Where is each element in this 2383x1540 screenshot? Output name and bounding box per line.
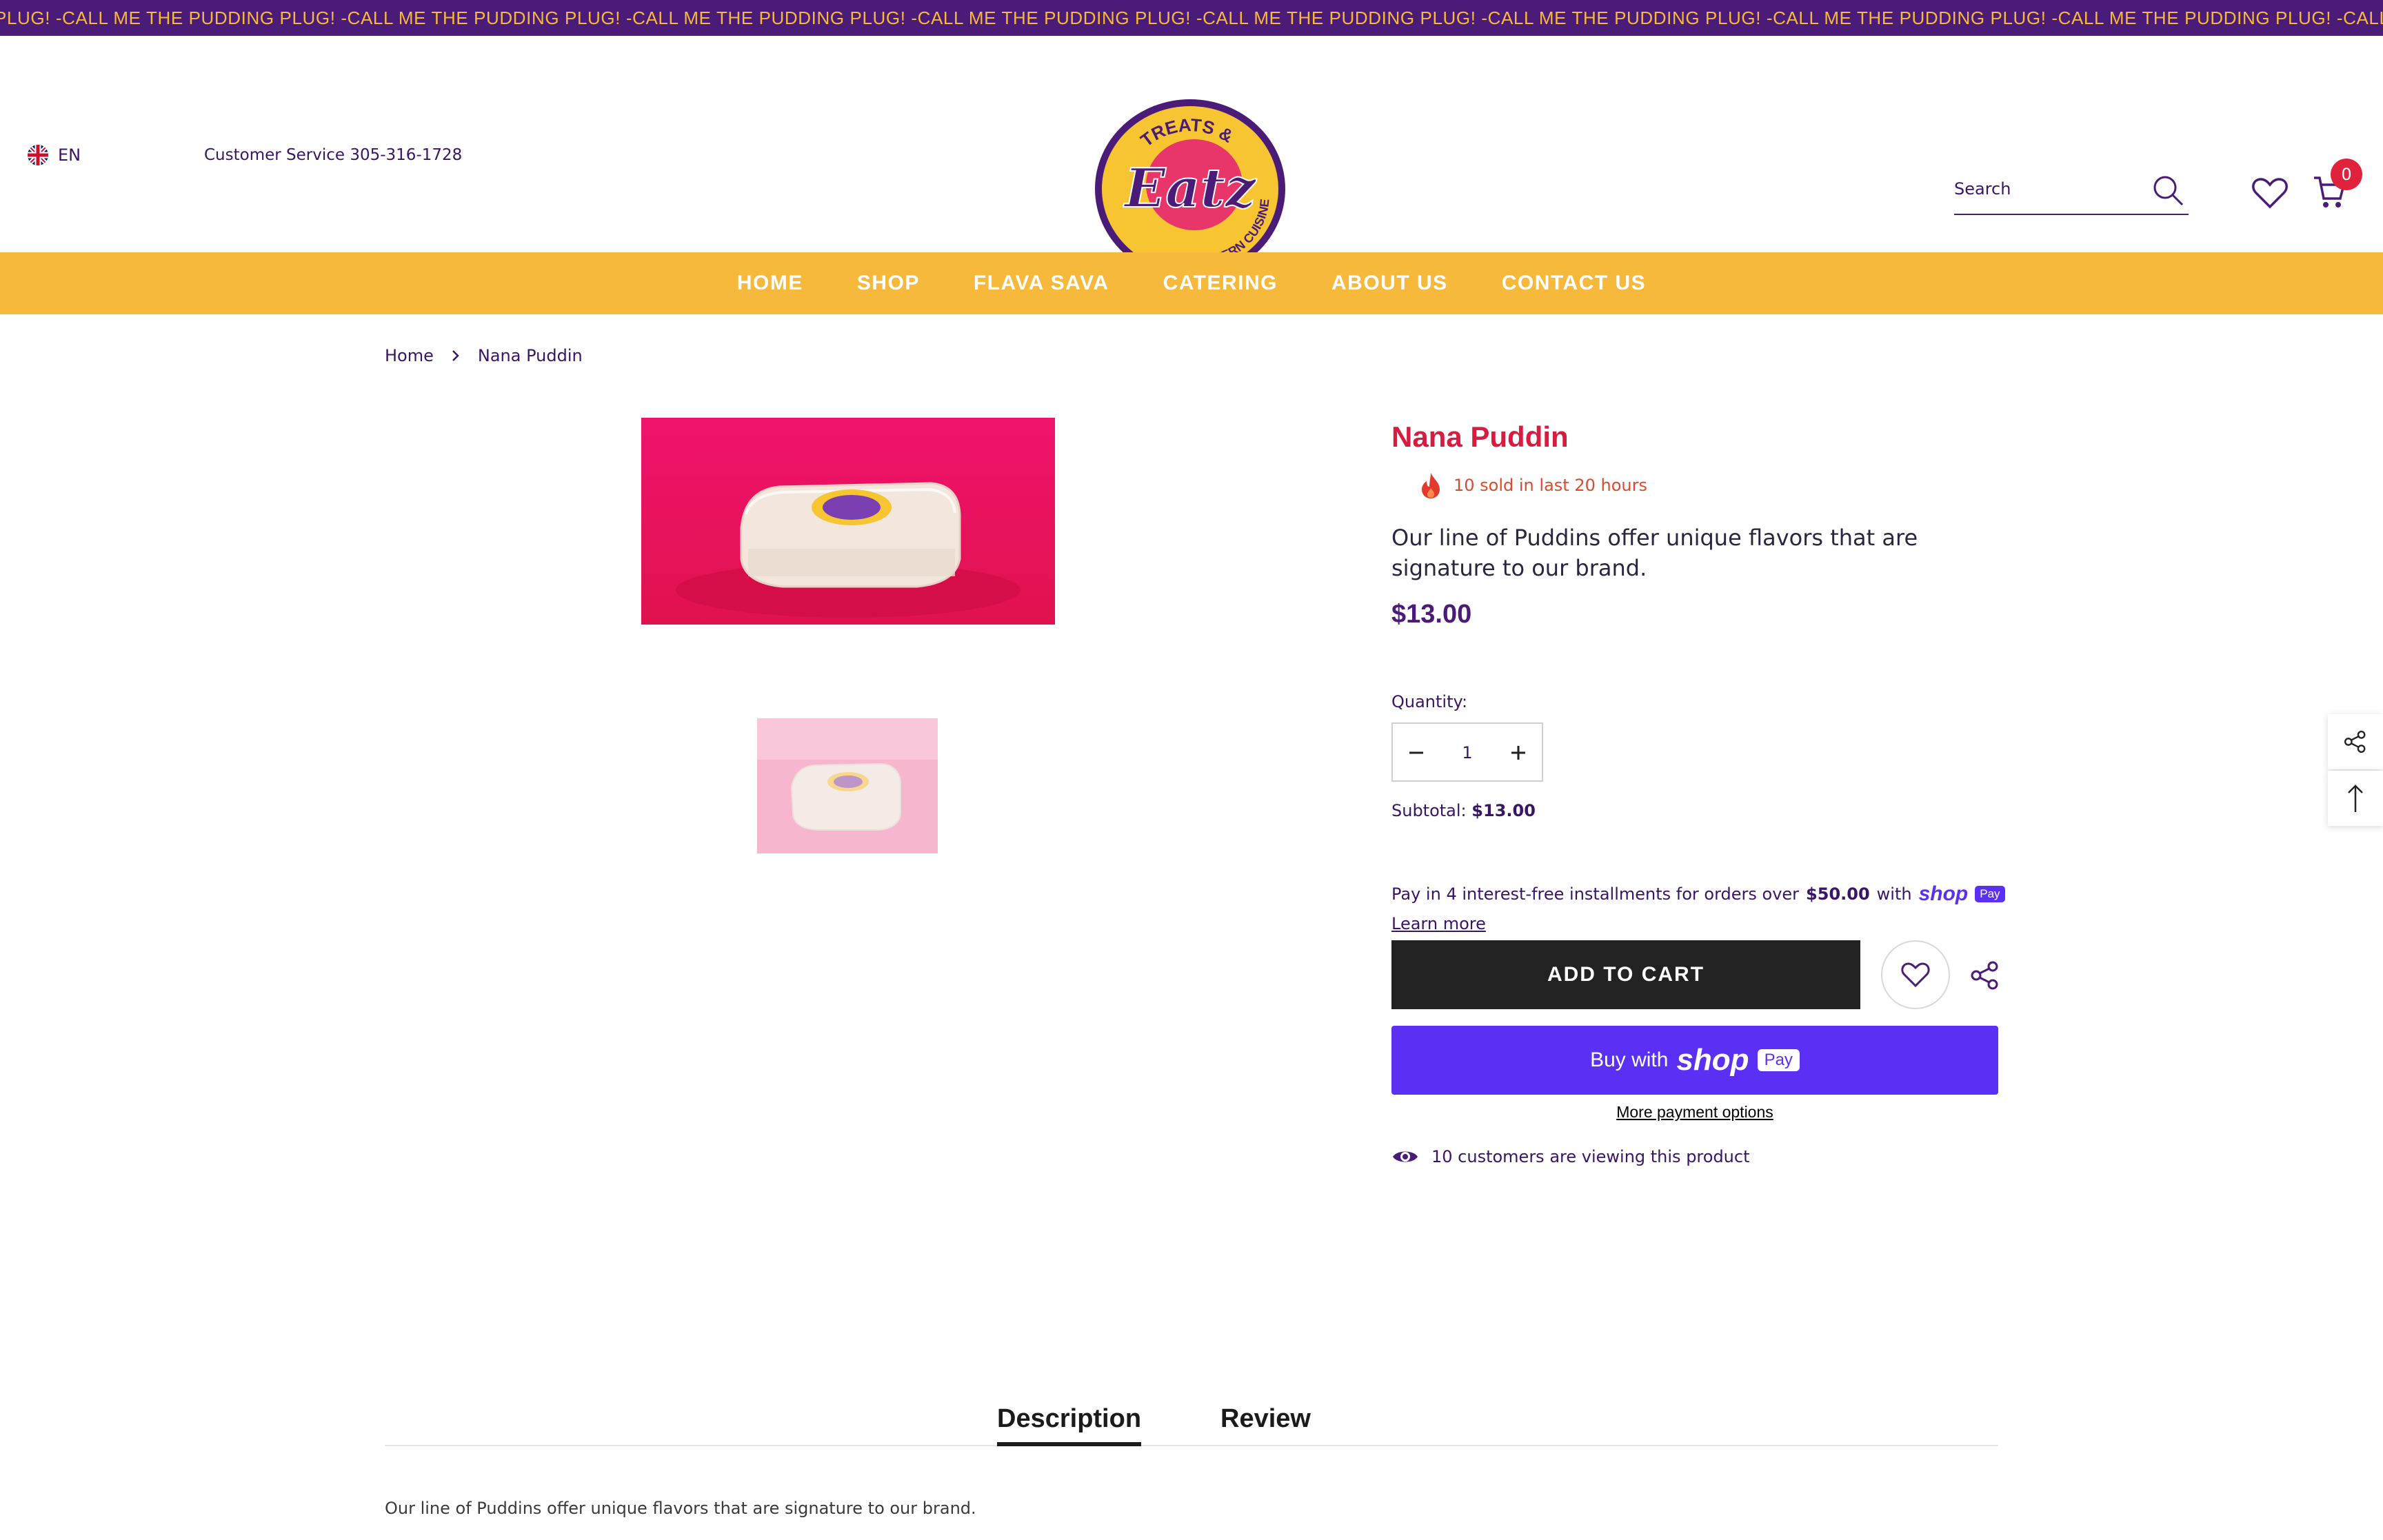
description-body: Our line of Puddins offer unique flavors… [385, 1499, 976, 1518]
product-short-description: Our line of Puddins offer unique flavors… [1391, 525, 1918, 581]
minus-icon[interactable] [1400, 736, 1433, 769]
tab-description[interactable]: Description [997, 1391, 1142, 1446]
nav-contact-us[interactable]: CONTACT US [1502, 272, 1646, 295]
breadcrumb: Home Nana Puddin [385, 346, 583, 365]
chevron-right-icon [443, 347, 468, 364]
announcement-text: PLUG! -CALL ME THE PUDDING PLUG! -CALL M… [0, 8, 2383, 28]
add-to-cart-button[interactable]: ADD TO CART [1391, 940, 1860, 1009]
language-selector[interactable]: EN [28, 145, 81, 165]
customer-service-phone[interactable]: Customer Service 305-316-1728 [204, 146, 462, 164]
quantity-label: Quantity: [1391, 692, 1468, 711]
nav-home[interactable]: HOME [737, 272, 803, 295]
add-to-wishlist-button[interactable] [1881, 940, 1950, 1009]
floating-share-button[interactable] [2328, 714, 2383, 769]
share-icon[interactable] [1969, 960, 2001, 991]
search-input[interactable] [1954, 175, 2147, 203]
viewing-text: 10 customers are viewing this product [1431, 1147, 1750, 1166]
nav-catering[interactable]: CATERING [1163, 272, 1278, 295]
wishlist-heart-icon[interactable] [2251, 174, 2289, 212]
tab-review[interactable]: Review [1220, 1391, 1311, 1446]
buy-with-shop-pay-button[interactable]: Buy with shop Pay [1391, 1026, 1998, 1095]
subtotal: Subtotal: $13.00 [1391, 801, 1536, 820]
subtotal-value: $13.00 [1471, 801, 1536, 820]
nav-flava-sava[interactable]: FLAVA SAVA [974, 272, 1109, 295]
sold-text: 10 sold in last 20 hours [1454, 476, 1647, 495]
more-payment-options-link[interactable]: More payment options [1391, 1103, 1998, 1122]
plus-icon[interactable] [1502, 736, 1535, 769]
learn-more-link[interactable]: Learn more [1391, 914, 1486, 933]
sold-indicator: 10 sold in last 20 hours [1420, 472, 1647, 499]
announcement-bar: PLUG! -CALL ME THE PUDDING PLUG! -CALL M… [0, 0, 2383, 36]
breadcrumb-current: Nana Puddin [477, 346, 583, 365]
shop-brand-text: shop [1676, 1043, 1749, 1077]
product-main-image[interactable] [641, 418, 1055, 625]
shop-pay-logo-text: shop [1918, 882, 1969, 905]
heart-icon [1901, 962, 1930, 988]
uk-flag-icon [28, 145, 48, 165]
search-icon[interactable] [2151, 174, 2184, 207]
installments-message: Pay in 4 interest-free installments for … [1391, 882, 2005, 906]
nav-shop[interactable]: SHOP [857, 272, 920, 295]
product-thumbnail[interactable] [757, 718, 938, 853]
product-title: Nana Puddin [1391, 421, 1569, 453]
installments-suffix: with [1876, 884, 1912, 904]
nav-about-us[interactable]: ABOUT US [1331, 272, 1448, 295]
fire-icon [1420, 472, 1441, 499]
product-price: $13.00 [1391, 600, 1472, 629]
buy-with-label: Buy with [1590, 1048, 1669, 1071]
share-icon [2344, 730, 2366, 753]
viewers-indicator: 10 customers are viewing this product [1391, 1147, 1750, 1166]
product-tabs: Description Review [385, 1391, 1998, 1446]
site-header: EN Customer Service 305-316-1728 TREATS … [0, 36, 2383, 278]
search-box[interactable] [1954, 171, 2189, 215]
language-label: EN [58, 145, 81, 165]
arrow-up-icon [2348, 784, 2363, 812]
installments-prefix: Pay in 4 interest-free installments for … [1391, 884, 1800, 904]
subtotal-label: Subtotal: [1391, 801, 1467, 820]
eye-icon [1391, 1147, 1419, 1166]
back-to-top-button[interactable] [2328, 771, 2383, 826]
quantity-stepper [1391, 722, 1543, 782]
pay-badge: Pay [1757, 1049, 1800, 1071]
logo-main-text: Eatz [1123, 157, 1257, 220]
quantity-input[interactable] [1434, 739, 1500, 767]
main-navigation: HOME SHOP FLAVA SAVA CATERING ABOUT US C… [0, 252, 2383, 314]
breadcrumb-home[interactable]: Home [385, 346, 434, 365]
shop-pay-badge: Pay [1975, 886, 2005, 902]
installments-amount: $50.00 [1806, 884, 1870, 904]
cart-count-badge: 0 [2331, 159, 2362, 190]
